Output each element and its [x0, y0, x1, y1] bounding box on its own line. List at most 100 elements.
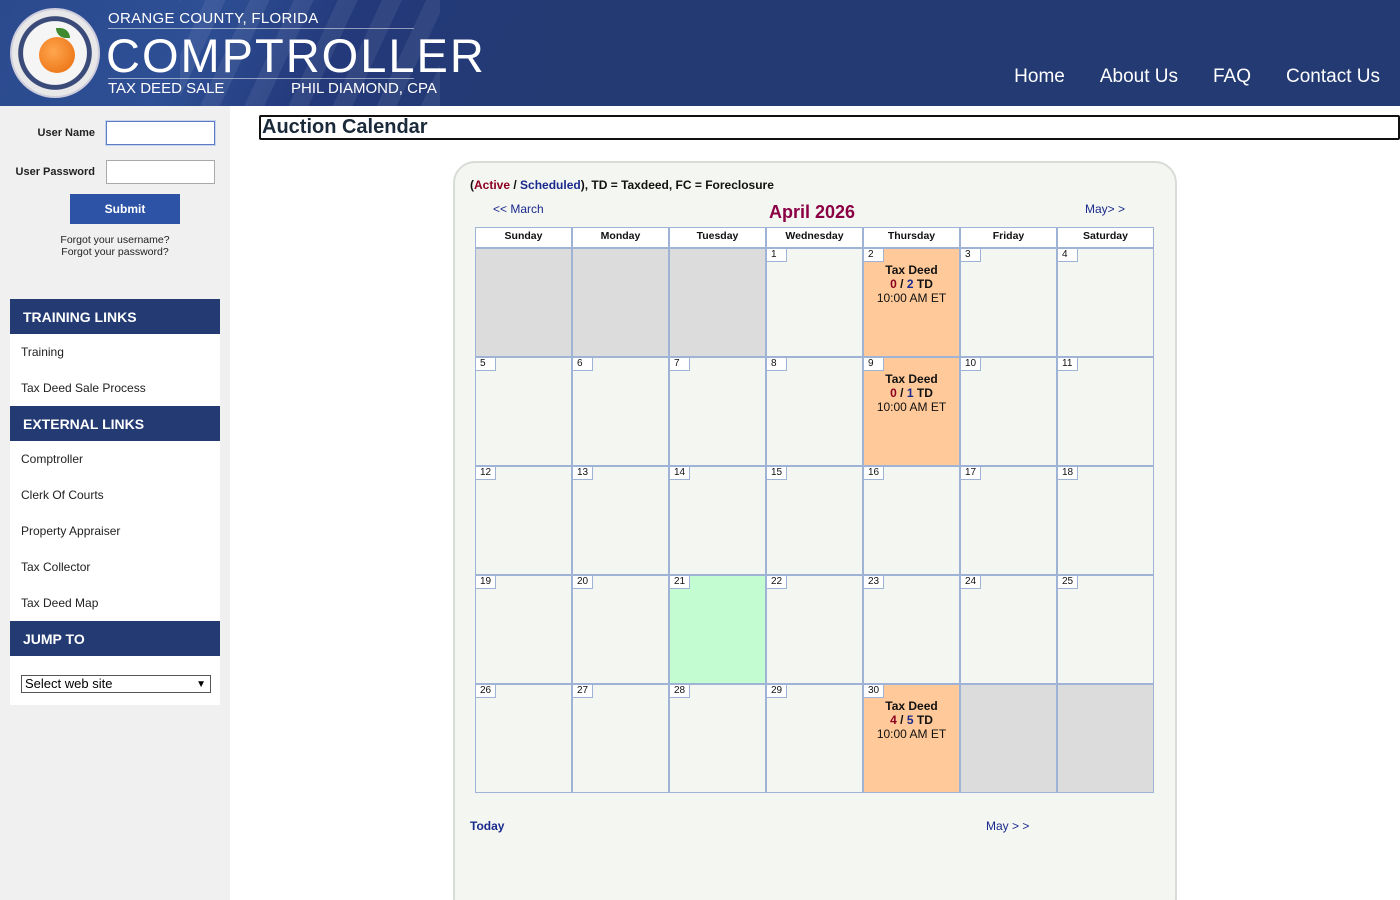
prev-month-link[interactable]: << March [493, 202, 544, 216]
sidebar-item-tax-deed-sale-process[interactable]: Tax Deed Sale Process [10, 370, 220, 406]
password-input[interactable] [106, 160, 215, 184]
event-time: 10:00 AM ET [876, 727, 947, 741]
forgot-password-link[interactable]: Forgot your password? [0, 246, 230, 258]
calendar-day-cell[interactable]: 9 Tax Deed 0 / 1 TD 10:00 AM ET [863, 357, 960, 466]
calendar-day-cell: 14 [669, 466, 766, 575]
day-number: 6 [573, 358, 593, 371]
calendar-day-cell: 15 [766, 466, 863, 575]
next-month-link[interactable]: May> > [1085, 202, 1125, 216]
calendar-day-cell: 23 [863, 575, 960, 684]
weekday-header-tuesday: Tuesday [669, 227, 766, 248]
calendar-day-cell: 16 [863, 466, 960, 575]
day-number: 1 [767, 249, 787, 262]
calendar-empty-cell [475, 248, 572, 357]
jump-to-selected-value: Select web site [25, 676, 113, 691]
event-title: Tax Deed [885, 263, 938, 277]
today-link[interactable]: Today [470, 819, 504, 833]
event-scheduled-count: 5 [906, 713, 914, 727]
calendar-day-cell: 3 [960, 248, 1057, 357]
site-header: ORANGE COUNTY, FLORIDA COMPTROLLER TAX D… [0, 0, 1400, 106]
calendar-day-cell[interactable]: 2 Tax Deed 0 / 2 TD 10:00 AM ET [863, 248, 960, 357]
event-active-count: 0 [890, 277, 897, 291]
username-input[interactable] [106, 121, 215, 145]
sidebar-item-training[interactable]: Training [10, 334, 220, 370]
calendar-day-cell: 20 [572, 575, 669, 684]
event-time: 10:00 AM ET [876, 400, 947, 414]
event-counts: 0 / 2 TD [864, 277, 959, 291]
training-links-heading: TRAINING LINKS [10, 299, 220, 334]
username-row: User Name [0, 121, 230, 147]
weekday-header-friday: Friday [960, 227, 1057, 248]
weekday-header-wednesday: Wednesday [766, 227, 863, 248]
chevron-down-icon: ▼ [196, 679, 206, 690]
day-number: 18 [1058, 467, 1079, 480]
nav-about-us[interactable]: About Us [1100, 66, 1178, 88]
day-number: 21 [670, 576, 691, 589]
day-number: 22 [767, 576, 788, 589]
header-county: ORANGE COUNTY, FLORIDA [108, 10, 319, 27]
day-number: 7 [670, 358, 690, 371]
nav-faq[interactable]: FAQ [1213, 66, 1251, 88]
legend-slash: / [510, 178, 521, 192]
day-number: 3 [961, 249, 981, 262]
sidebar-item-comptroller[interactable]: Comptroller [10, 441, 220, 477]
day-number: 28 [670, 685, 691, 698]
calendar-day-cell: 4 [1057, 248, 1154, 357]
weekday-header-thursday: Thursday [863, 227, 960, 248]
auction-event[interactable]: Tax Deed 0 / 2 TD 10:00 AM ET [864, 263, 959, 305]
calendar-empty-cell [572, 248, 669, 357]
event-counts: 0 / 1 TD [864, 386, 959, 400]
sidebar-item-property-appraiser[interactable]: Property Appraiser [10, 513, 220, 549]
calendar-day-cell: 17 [960, 466, 1057, 575]
jump-to-panel: JUMP TO Select web site ▼ [10, 621, 220, 705]
jump-to-select[interactable]: Select web site ▼ [21, 675, 211, 693]
header-title: COMPTROLLER [106, 29, 486, 82]
day-number: 14 [670, 467, 691, 480]
calendar-day-cell: 28 [669, 684, 766, 793]
training-links-panel: TRAINING LINKS Training Tax Deed Sale Pr… [10, 299, 220, 406]
day-number: 10 [961, 358, 982, 371]
day-number: 29 [767, 685, 788, 698]
header-official: PHIL DIAMOND, CPA [291, 80, 437, 97]
auction-event[interactable]: Tax Deed 0 / 1 TD 10:00 AM ET [864, 372, 959, 414]
event-type: TD [916, 386, 933, 400]
forgot-username-link[interactable]: Forgot your username? [0, 234, 230, 246]
auction-event[interactable]: Tax Deed 4 / 5 TD 10:00 AM ET [864, 699, 959, 741]
day-number: 11 [1058, 358, 1078, 371]
month-title: April 2026 [768, 202, 856, 222]
day-number: 5 [476, 358, 496, 371]
calendar-day-cell: 1 [766, 248, 863, 357]
day-number: 12 [476, 467, 497, 480]
header-subtitle: TAX DEED SALE [108, 80, 225, 97]
nav-home[interactable]: Home [1014, 66, 1065, 88]
calendar-day-cell[interactable]: 30 Tax Deed 4 / 5 TD 10:00 AM ET [863, 684, 960, 793]
event-type: TD [916, 277, 933, 291]
calendar-day-cell: 22 [766, 575, 863, 684]
orange-icon [39, 37, 75, 73]
bottom-next-month-link[interactable]: May > > [986, 819, 1029, 833]
weekday-header-sunday: Sunday [475, 227, 572, 248]
event-title: Tax Deed [885, 372, 938, 386]
day-number: 25 [1058, 576, 1079, 589]
sidebar-item-clerk-of-courts[interactable]: Clerk Of Courts [10, 477, 220, 513]
submit-button[interactable]: Submit [70, 194, 180, 224]
calendar-day-cell: 7 [669, 357, 766, 466]
sidebar-item-tax-collector[interactable]: Tax Collector [10, 549, 220, 585]
day-number: 20 [573, 576, 594, 589]
day-number: 24 [961, 576, 982, 589]
nav-contact-us[interactable]: Contact Us [1286, 66, 1380, 88]
calendar-day-cell: 6 [572, 357, 669, 466]
day-number: 26 [476, 685, 497, 698]
sidebar: User Name User Password Submit Forgot yo… [0, 106, 230, 900]
day-number: 19 [476, 576, 497, 589]
day-number: 30 [864, 685, 885, 698]
main-nav: Home About Us FAQ Contact Us [1014, 66, 1380, 88]
calendar-day-cell: 18 [1057, 466, 1154, 575]
event-active-count: 0 [890, 386, 897, 400]
sidebar-item-tax-deed-map[interactable]: Tax Deed Map [10, 585, 220, 621]
jump-to-heading: JUMP TO [10, 621, 220, 656]
event-counts: 4 / 5 TD [864, 713, 959, 727]
event-count-separator: / [896, 713, 907, 727]
external-links-heading: EXTERNAL LINKS [10, 406, 220, 441]
county-seal-logo[interactable] [10, 8, 100, 98]
